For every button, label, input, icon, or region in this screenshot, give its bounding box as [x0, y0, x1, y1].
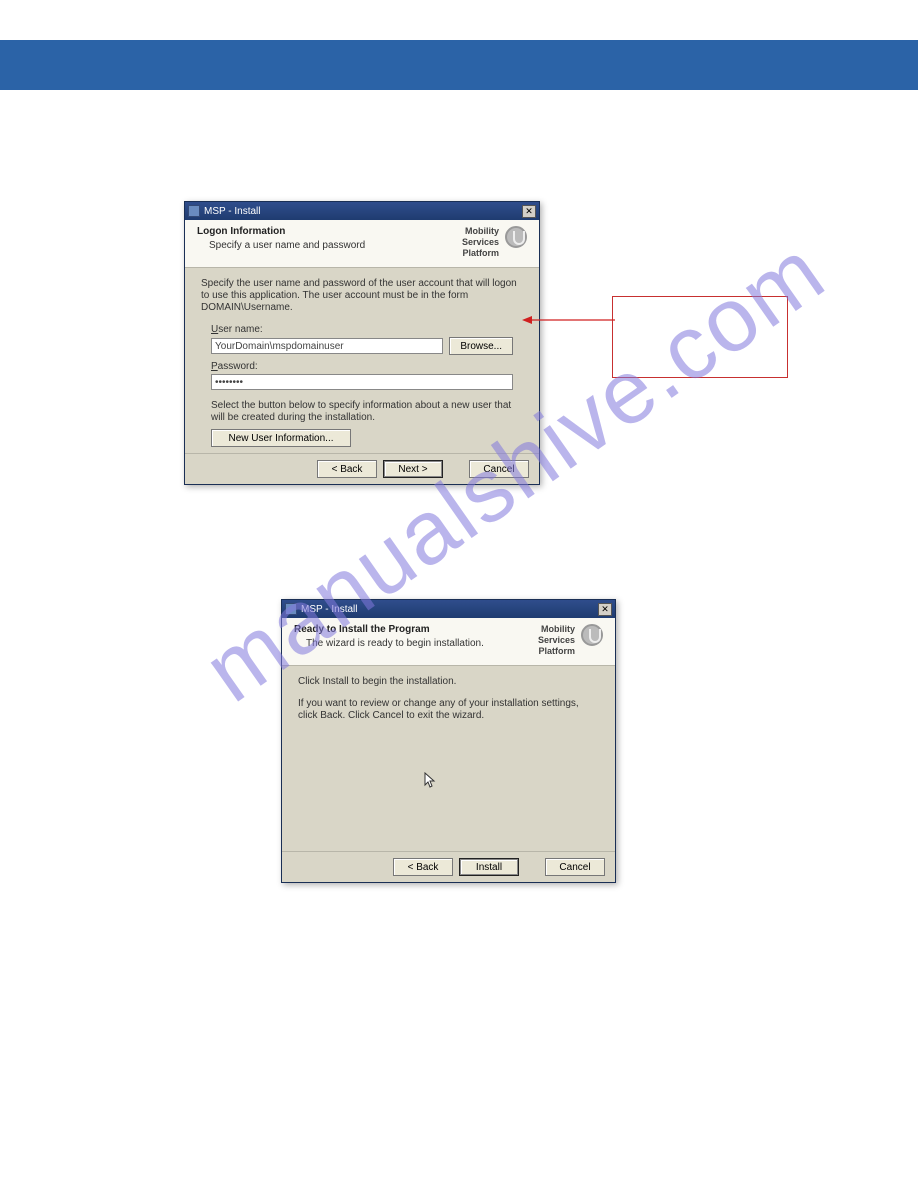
- arrow-icon: [520, 312, 620, 332]
- brand-text: Mobility Services Platform: [538, 624, 575, 657]
- password-label: Password:: [211, 361, 513, 372]
- dialog-footer: < Back Install Cancel: [282, 851, 615, 882]
- titlebar: MSP - Install ✕: [282, 600, 615, 618]
- back-button[interactable]: < Back: [317, 460, 377, 478]
- dialog-header: Ready to Install the Program The wizard …: [282, 618, 615, 666]
- window-title: MSP - Install: [204, 206, 522, 217]
- next-button[interactable]: Next >: [383, 460, 443, 478]
- instruction-text: Specify the user name and password of th…: [201, 278, 523, 314]
- body-line2: If you want to review or change any of y…: [298, 698, 599, 722]
- brand-line: Mobility: [462, 226, 499, 237]
- window-title: MSP - Install: [301, 604, 598, 615]
- dialog-footer: < Back Next > Cancel: [185, 453, 539, 484]
- new-user-info-button[interactable]: New User Information...: [211, 429, 351, 447]
- dialog-body: Specify the user name and password of th…: [185, 268, 539, 453]
- system-icon: [285, 603, 297, 615]
- callout-box: [612, 296, 788, 378]
- heading: Ready to Install the Program: [294, 624, 538, 635]
- back-button[interactable]: < Back: [393, 858, 453, 876]
- dialog-logon-information: MSP - Install ✕ Logon Information Specif…: [184, 201, 540, 485]
- password-input[interactable]: [211, 374, 513, 390]
- dialog-header: Logon Information Specify a user name an…: [185, 220, 539, 268]
- brand-line: Mobility: [538, 624, 575, 635]
- username-label: UUser name:ser name:: [211, 324, 513, 335]
- brand-text: Mobility Services Platform: [462, 226, 499, 259]
- brand-line: Platform: [462, 248, 499, 259]
- close-button[interactable]: ✕: [598, 603, 612, 616]
- brand-line: Services: [462, 237, 499, 248]
- dialog-body: Click Install to begin the installation.…: [282, 666, 615, 851]
- subheading: Specify a user name and password: [209, 240, 462, 251]
- header-bar: [0, 40, 918, 90]
- cursor-icon: [424, 772, 436, 790]
- cancel-button[interactable]: Cancel: [545, 858, 605, 876]
- brand-line: Platform: [538, 646, 575, 657]
- cancel-button[interactable]: Cancel: [469, 460, 529, 478]
- heading: Logon Information: [197, 226, 462, 237]
- install-button[interactable]: Install: [459, 858, 519, 876]
- brand-line: Services: [538, 635, 575, 646]
- motorola-logo-icon: [581, 624, 603, 646]
- close-button[interactable]: ✕: [522, 205, 536, 218]
- username-input[interactable]: [211, 338, 443, 354]
- system-icon: [188, 205, 200, 217]
- body-line1: Click Install to begin the installation.: [298, 676, 599, 688]
- titlebar: MSP - Install ✕: [185, 202, 539, 220]
- new-user-note: Select the button below to specify infor…: [211, 400, 513, 424]
- subheading: The wizard is ready to begin installatio…: [306, 638, 538, 649]
- dialog-ready-install: MSP - Install ✕ Ready to Install the Pro…: [281, 599, 616, 883]
- browse-button[interactable]: Browse...: [449, 337, 513, 355]
- motorola-logo-icon: [505, 226, 527, 248]
